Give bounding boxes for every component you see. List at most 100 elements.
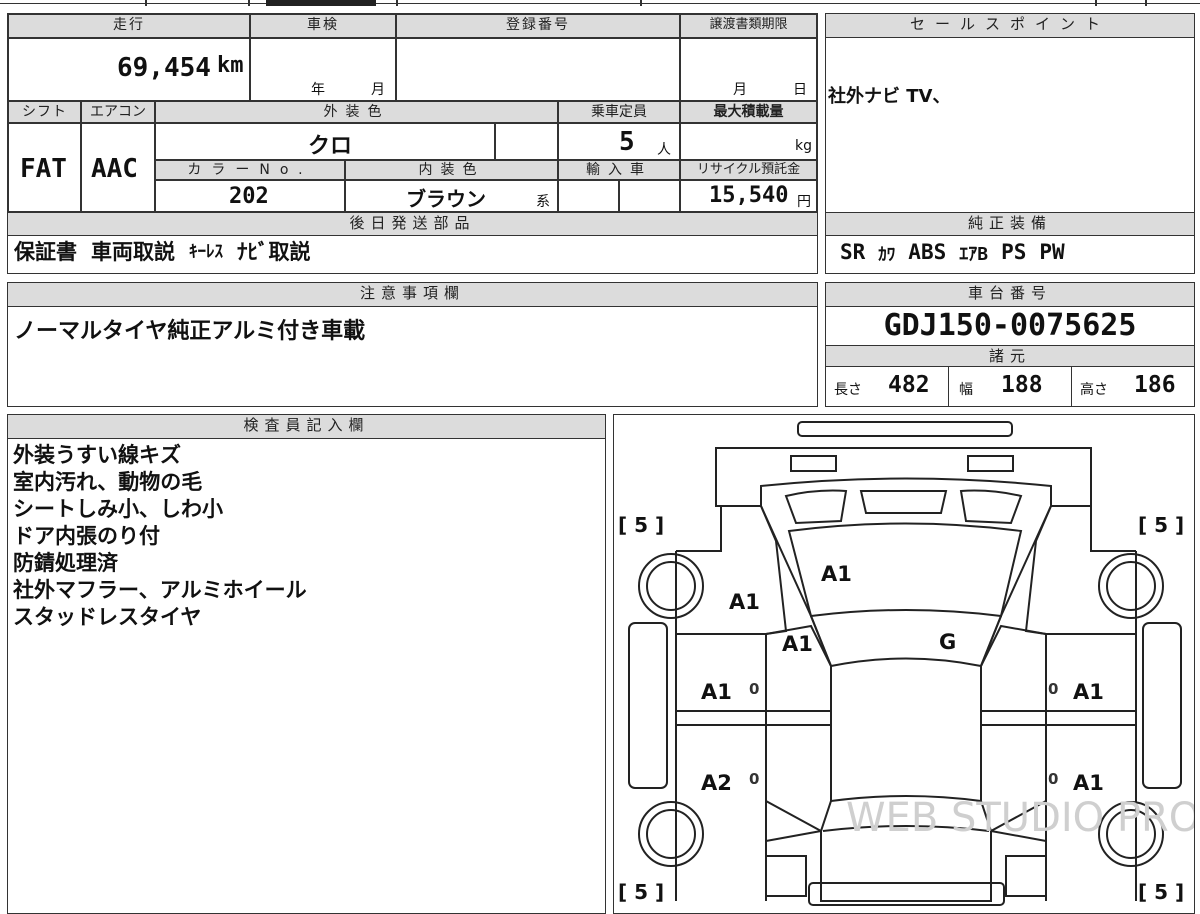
max-load-header: 最大積載量 (680, 101, 817, 123)
damage-mark: A1 (1073, 771, 1104, 795)
sales-point-text: 社外ナビ TV、 (828, 86, 951, 107)
capacity-unit: 人 (657, 142, 671, 158)
interior-color-value: ブラウン (406, 187, 486, 211)
tire-tread-label: [ 5 ] (618, 513, 664, 537)
wheel-front-left (638, 553, 704, 619)
front-bumper-shape (797, 421, 1013, 437)
inspector-line: ドア内張のり付 (13, 524, 160, 548)
mileage-header: 走行 (8, 14, 250, 38)
chassis-number: GDJ150-0075625 (883, 308, 1137, 343)
inspection-year: 年 (311, 82, 325, 98)
transfer-header: 譲渡書類期限 (680, 14, 817, 38)
max-load-unit: kg (795, 138, 812, 154)
later-part-item: 車両取説 (91, 240, 175, 264)
inspector-line: 社外マフラー、アルミホイール (13, 578, 307, 602)
standard-equipment-list: SR ｶﾜ ABS ｴｱB PS PW (840, 240, 1065, 266)
rear-lamp-right (1005, 855, 1047, 897)
damage-mark: A1 (1073, 680, 1104, 704)
import-value-a (558, 180, 619, 212)
notes-header: 注意事項欄 (8, 283, 817, 307)
inspector-section: 検査員記入欄 外装うすい線キズ 室内汚れ、動物の毛 シートしみ小、しわ小 ドア内… (7, 414, 606, 914)
roof-front (830, 657, 982, 667)
interior-color-suffix: 系 (536, 194, 550, 210)
equipment-item: ABS (908, 240, 947, 264)
equipment-item: PW (1039, 240, 1065, 264)
equipment-item: ｶﾜ (878, 245, 896, 265)
specs-header: 諸元 (826, 345, 1194, 367)
zero-mark: 0 (749, 770, 759, 788)
sales-point-header: セールスポイント (826, 14, 1194, 38)
headlight-right (967, 455, 1014, 472)
interior-color-header: 内装色 (345, 160, 558, 180)
damage-mark: A1 (701, 680, 732, 704)
headlight-left (790, 455, 837, 472)
equipment-item: ｴｱB (959, 244, 989, 265)
grille-right (959, 489, 1023, 525)
inspector-line: シートしみ小、しわ小 (13, 497, 223, 521)
tire-tread-label: [ 5 ] (1138, 880, 1184, 904)
grille-left (784, 489, 848, 525)
left-side-strip (628, 622, 668, 789)
notes-section: 注意事項欄 ノーマルタイヤ純正アルミ付き車載 (7, 282, 818, 407)
equipment-item: SR (840, 240, 866, 264)
import-value-b (619, 180, 680, 212)
standard-equipment-header: 純正装備 (826, 213, 1194, 236)
exterior-color-value: クロ (308, 134, 353, 159)
tire-tread-label: [ 5 ] (618, 880, 664, 904)
chassis-section: 車台番号 GDJ150-0075625 諸元 長さ 482 幅 188 高さ 1… (825, 282, 1195, 407)
aircon-header: エアコン (81, 101, 155, 123)
color-no-header: カラーNo. (155, 160, 345, 180)
capacity-header: 乗車定員 (558, 101, 680, 123)
inspector-header: 検査員記入欄 (8, 415, 605, 439)
later-parts-section: 後日発送部品 保証書 車両取説 ｷｰﾚｽ ﾅﾋﾞ取説 (7, 212, 818, 274)
chassis-header: 車台番号 (826, 283, 1194, 307)
inspection-month: 月 (371, 82, 385, 98)
inspector-line: 外装うすい線キズ (13, 443, 181, 467)
damage-mark: A1 (729, 590, 760, 614)
import-header: 輸入車 (558, 160, 680, 180)
length-value: 482 (888, 372, 930, 398)
shift-header: シフト (8, 101, 81, 123)
cabin-outline (760, 505, 1052, 902)
mileage-unit: km (217, 53, 244, 78)
later-part-item: ｷｰﾚｽ (189, 242, 223, 262)
aircon-value: AAC (91, 154, 138, 184)
shift-value: FAT (20, 154, 67, 184)
damage-mark: A1 (821, 562, 852, 586)
top-strip (0, 0, 1200, 8)
zero-mark: 0 (1048, 680, 1058, 698)
grille-center (859, 490, 948, 514)
vehicle-info-table: 走行 車検 登録番号 譲渡書類期限 69,454 km 年 月 月 日 シフト … (7, 13, 818, 213)
wheel-front-right (1098, 553, 1164, 619)
height-label: 高さ (1080, 382, 1108, 398)
standard-equipment-section: 純正装備 SR ｶﾜ ABS ｴｱB PS PW (825, 212, 1195, 274)
inspector-line: 室内汚れ、動物の毛 (13, 470, 203, 494)
right-door-front (980, 624, 1047, 667)
later-part-item: ﾅﾋﾞ取説 (237, 240, 311, 264)
sales-point-section: セールスポイント 社外ナビ TV、 (825, 13, 1195, 213)
registration-value (396, 38, 680, 101)
tire-tread-label: [ 5 ] (1138, 513, 1184, 537)
capacity-value: 5 (619, 127, 635, 157)
hood-shape (715, 447, 1092, 507)
transfer-month: 月 (733, 82, 747, 98)
equipment-item: PS (1001, 240, 1027, 264)
damage-mark: A2 (701, 771, 732, 795)
recycle-header: リサイクル預託金 (680, 160, 817, 180)
right-fender-top (1024, 505, 1052, 635)
length-label: 長さ (834, 382, 862, 398)
zero-mark: 0 (1048, 770, 1058, 788)
recycle-value: 15,540 (709, 183, 789, 208)
registration-header: 登録番号 (396, 14, 680, 38)
transfer-day: 日 (793, 82, 807, 98)
height-value: 186 (1134, 372, 1176, 398)
inspector-lines: 外装うすい線キズ 室内汚れ、動物の毛 シートしみ小、しわ小 ドア内張のり付 防錆… (13, 442, 307, 631)
zero-mark: 0 (749, 680, 759, 698)
later-part-item: 保証書 (14, 240, 77, 264)
damage-mark: A1 (782, 632, 813, 656)
vehicle-diagram: [ 5 ] [ 5 ] [ 5 ] [ 5 ] A1 A1 A1 G A1 A1… (613, 414, 1195, 914)
damage-mark: G (939, 630, 956, 654)
later-parts-list: 保証書 車両取説 ｷｰﾚｽ ﾅﾋﾞ取説 (14, 239, 311, 266)
watermark: WEB STUDIO PRO (846, 795, 1195, 841)
mileage-value: 69,454 (117, 53, 211, 83)
